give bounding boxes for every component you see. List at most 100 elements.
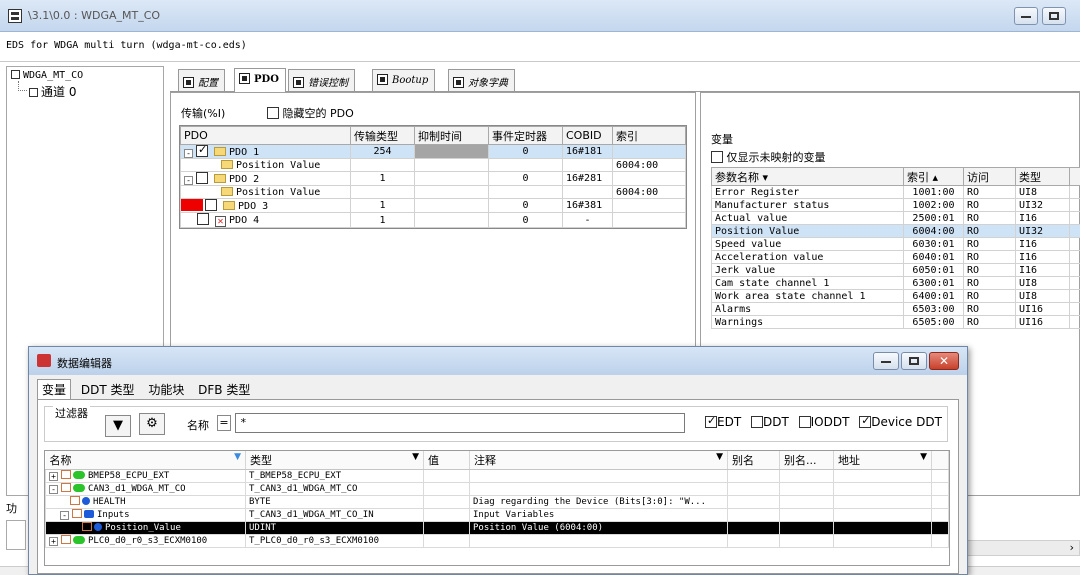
col-header-alias[interactable]: 别名 [727, 451, 780, 470]
scroll-right-icon[interactable]: › [1068, 541, 1075, 554]
col-header-cobid[interactable]: COBID [562, 126, 613, 145]
tab-variables[interactable]: 变量 [37, 379, 72, 399]
col-header-index[interactable]: 索引 [612, 126, 686, 145]
variable-row[interactable]: Error Register 1001:00 RO UI8 [711, 185, 1080, 199]
pdo-type[interactable]: 1 [350, 171, 415, 186]
var-value[interactable] [423, 481, 470, 496]
option-ioddt[interactable]: IODDT [798, 415, 849, 429]
col-header-type[interactable]: 类型 [1015, 167, 1070, 186]
collapse-icon[interactable]: - [184, 149, 193, 158]
ioddt-checkbox[interactable] [798, 416, 811, 428]
var-comment[interactable] [469, 533, 728, 548]
col-header-index[interactable]: 索引 ▴ [903, 167, 964, 186]
var-alias[interactable] [727, 520, 780, 535]
tab-config[interactable]: 配置 [178, 69, 225, 91]
pdo-row[interactable]: PDO 3 1 0 16#381 [180, 198, 686, 213]
col-header-value[interactable]: 值 [423, 451, 470, 470]
variable-row[interactable]: Manufacturer status 1002:00 RO UI32 [711, 198, 1080, 212]
collapse-icon[interactable]: - [184, 176, 193, 185]
only-unmapped-toggle[interactable]: 仅显示未映射的变量 [711, 149, 826, 165]
tab-dfb-types[interactable]: DFB 类型 [194, 380, 254, 399]
pdo-checkbox[interactable] [197, 213, 209, 225]
pdo-inhibit[interactable] [414, 198, 489, 213]
expand-icon[interactable]: + [49, 537, 58, 546]
pdo-inhibit[interactable] [414, 212, 489, 228]
col-header-inhibit-time[interactable]: 抑制时间 [414, 126, 489, 145]
col-header-address[interactable]: 地址 ▼ [833, 451, 932, 470]
pdo-row[interactable]: ✕ PDO 4 1 0 - [180, 212, 686, 228]
tab-ddt-types[interactable]: DDT 类型 [77, 380, 139, 399]
dialog-maximize-button[interactable] [901, 352, 927, 370]
variable-row[interactable]: Alarms 6503:00 RO UI16 [711, 302, 1080, 316]
horizontal-scrollbar[interactable]: › [966, 540, 1080, 556]
pdo-inhibit[interactable] [414, 144, 489, 159]
col-header-param-name[interactable]: 参数名称 ▾ [711, 167, 904, 186]
var-alias[interactable] [727, 494, 780, 509]
pdo-type[interactable]: 254 [350, 144, 415, 159]
pdo-checkbox[interactable] [205, 199, 217, 211]
operator-equals[interactable]: = [217, 415, 231, 431]
var-value[interactable] [423, 507, 470, 522]
name-filter-input[interactable]: * [235, 413, 685, 433]
minimize-button[interactable] [1014, 7, 1038, 25]
var-alias[interactable] [727, 507, 780, 522]
dialog-title-bar[interactable]: 数据编辑器 ✕ [29, 347, 967, 375]
pdo-timer[interactable]: 0 [488, 212, 563, 228]
variable-row[interactable]: Speed value 6030:01 RO I16 [711, 237, 1080, 251]
table-row-selected[interactable]: Position_Value UDINT Position Value (600… [45, 520, 949, 535]
maximize-button[interactable] [1042, 7, 1066, 25]
variable-row[interactable]: Position Value 6004:00 RO UI32 [711, 224, 1080, 238]
var-value[interactable] [423, 494, 470, 509]
variable-row[interactable]: Actual value 2500:01 RO I16 [711, 211, 1080, 225]
option-ddt[interactable]: DDT [750, 415, 789, 429]
col-header-event-timer[interactable]: 事件定时器 [488, 126, 563, 145]
pdo-timer[interactable]: 0 [488, 171, 563, 186]
var-alias[interactable] [727, 481, 780, 496]
tab-object-dictionary[interactable]: 对象字典 [448, 69, 515, 91]
pdo-row[interactable]: - PDO 1 254 0 16#181 [180, 144, 686, 159]
col-header-transmission-type[interactable]: 传输类型 [350, 126, 415, 145]
var-comment[interactable]: Input Variables [469, 507, 728, 522]
col-header-alias-of[interactable]: 别名... [779, 451, 834, 470]
pdo-checkbox[interactable] [196, 145, 208, 157]
var-value[interactable] [423, 533, 470, 548]
table-row[interactable]: HEALTH BYTE Diag regarding the Device (B… [45, 494, 949, 509]
pdo-inhibit[interactable] [414, 171, 489, 186]
col-header-access[interactable]: 访问 [963, 167, 1016, 186]
col-header-comment[interactable]: 注释 ▼ [469, 451, 728, 470]
collapse-icon[interactable]: - [60, 511, 69, 520]
variable-row[interactable]: Acceleration value 6040:01 RO I16 [711, 250, 1080, 264]
tree-item-channel[interactable]: 通道 0 [29, 83, 76, 100]
dialog-minimize-button[interactable] [873, 352, 899, 370]
tab-error-control[interactable]: 错误控制 [288, 69, 355, 91]
only-unmapped-checkbox[interactable] [711, 151, 723, 163]
col-header-name[interactable]: 名称 ▼ [45, 451, 246, 470]
pdo-type[interactable]: 1 [350, 212, 415, 228]
col-header-type[interactable]: 类型 ▼ [245, 451, 424, 470]
pdo-entry-row[interactable]: Position Value 6004:00 [180, 158, 686, 172]
pdo-checkbox[interactable] [196, 172, 208, 184]
window-title-bar[interactable]: \3.1\0.0 : WDGA_MT_CO [0, 0, 1080, 32]
table-row[interactable]: + PLC0_d0_r0_s3_ECXM0100 T_PLC0_d0_r0_s3_… [45, 533, 949, 548]
option-device-ddt[interactable]: Device DDT [859, 414, 942, 429]
pdo-row[interactable]: - PDO 2 1 0 16#281 [180, 171, 686, 186]
tree-item-device[interactable]: WDGA_MT_CO [11, 70, 83, 81]
tab-pdo[interactable]: PDO [234, 68, 286, 92]
option-edt[interactable]: EDT [705, 414, 741, 429]
var-alias[interactable] [727, 468, 780, 483]
var-alias[interactable] [727, 533, 780, 548]
tab-function-blocks[interactable]: 功能块 [144, 380, 188, 399]
pdo-timer[interactable]: 0 [488, 144, 563, 159]
var-comment[interactable] [469, 468, 728, 483]
variable-row[interactable]: Warnings 6505:00 RO UI16 [711, 315, 1080, 329]
hide-empty-checkbox[interactable] [267, 107, 279, 119]
pdo-entry-row[interactable]: Position Value 6004:00 [180, 185, 686, 199]
table-row[interactable]: + BMEP58_ECPU_EXT T_BMEP58_ECPU_EXT [45, 468, 949, 483]
collapse-icon[interactable]: - [49, 485, 58, 494]
variable-row[interactable]: Work area state channel 1 6400:01 RO UI8 [711, 289, 1080, 303]
device-ddt-checkbox[interactable] [859, 414, 872, 428]
hide-empty-pdo-toggle[interactable]: 隐藏空的 PDO [267, 105, 354, 121]
var-comment[interactable]: Position Value (6004:00) [469, 520, 728, 535]
var-comment[interactable]: Diag regarding the Device (Bits[3:0]: "W… [469, 494, 728, 509]
tab-bootup[interactable]: Bootup [372, 69, 436, 91]
